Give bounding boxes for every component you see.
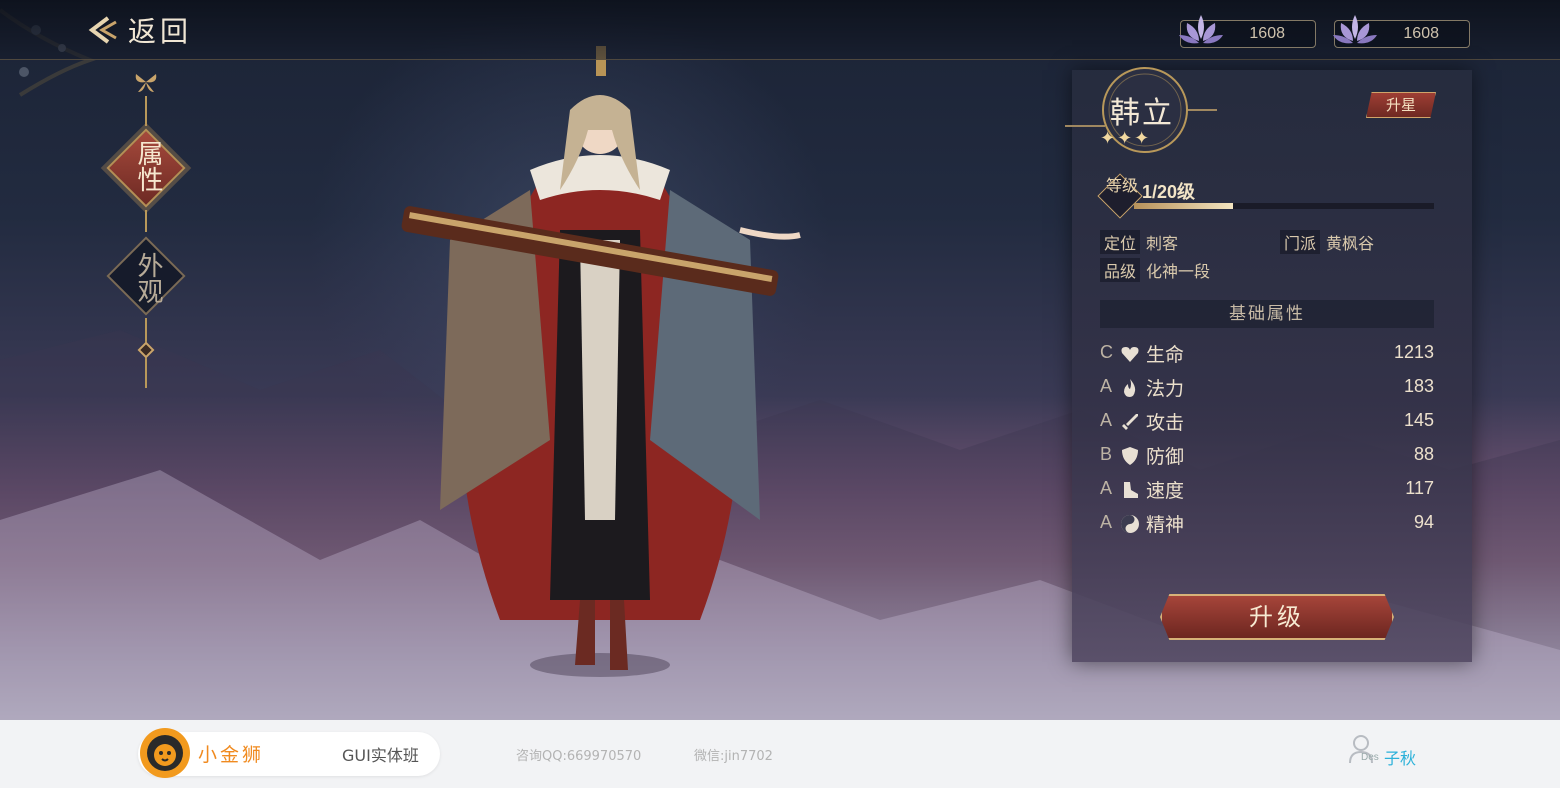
stat-value: 94 bbox=[1413, 512, 1434, 532]
stat-name: 速度 bbox=[1146, 480, 1185, 502]
tab-attributes-label: 属性 bbox=[133, 140, 163, 192]
level-progress-fill bbox=[1134, 203, 1233, 209]
stat-name: 防御 bbox=[1146, 446, 1185, 468]
base-attributes-header: 基础属性 bbox=[1100, 300, 1434, 328]
upgrade-button[interactable]: 升级 bbox=[1160, 594, 1394, 640]
sword-icon bbox=[1122, 414, 1138, 430]
stat-grade: A bbox=[1100, 410, 1113, 430]
contact-wechat: 微信:jin7702 bbox=[694, 749, 773, 764]
shield-icon bbox=[1122, 447, 1138, 465]
stat-grade: B bbox=[1100, 444, 1113, 464]
info-sect-value: 黄枫谷 bbox=[1326, 234, 1375, 253]
stat-name: 法力 bbox=[1146, 378, 1185, 400]
nav-line-mid bbox=[145, 210, 147, 232]
side-tab-nav: 属性 外观 bbox=[96, 70, 196, 400]
stat-value: 117 bbox=[1405, 478, 1434, 498]
stat-name: 生命 bbox=[1146, 344, 1185, 366]
back-button[interactable]: 返回 bbox=[84, 10, 192, 50]
stat-row-speed: A 速度 117 bbox=[1100, 476, 1434, 504]
info-role-value: 刺客 bbox=[1146, 234, 1179, 253]
hero-name: 韩立 bbox=[1110, 96, 1174, 131]
info-sect: 门派 黄枫谷 bbox=[1280, 230, 1374, 254]
back-chevron-icon bbox=[88, 16, 117, 44]
stat-row-mana: A 法力 183 bbox=[1100, 374, 1434, 402]
stat-value: 88 bbox=[1413, 444, 1434, 464]
lotus-icon bbox=[1333, 15, 1377, 44]
currency-value-1: 1608 bbox=[1249, 25, 1285, 42]
currency-value-2: 1608 bbox=[1403, 25, 1439, 42]
user-name: 子秋 bbox=[1384, 749, 1417, 768]
stat-grade: A bbox=[1100, 512, 1113, 532]
character-portrait bbox=[401, 46, 801, 677]
boot-icon bbox=[1124, 482, 1138, 498]
level-badge-label: 等级 bbox=[1105, 176, 1138, 195]
info-rank: 品级 化神一段 bbox=[1100, 258, 1210, 282]
brand-pill: 小金狮 GUI实体班 bbox=[138, 728, 440, 778]
stat-value: 183 bbox=[1403, 376, 1434, 396]
tab-attributes[interactable]: 属性 bbox=[106, 128, 186, 208]
user-des-label: Des bbox=[1361, 752, 1379, 763]
stat-grade: A bbox=[1100, 478, 1113, 498]
butterfly-icon bbox=[135, 74, 157, 92]
lion-logo-icon bbox=[140, 728, 190, 778]
footer-bar: 小金狮 GUI实体班 咨询QQ:669970570 微信:jin7702 bbox=[0, 720, 1560, 788]
lotus-icon bbox=[1179, 15, 1223, 44]
star-rating: ✦✦✦ bbox=[1100, 128, 1152, 149]
heart-icon bbox=[1121, 347, 1139, 362]
star-up-button[interactable]: 升星 bbox=[1366, 92, 1436, 118]
contact-qq: 咨询QQ:669970570 bbox=[516, 749, 642, 764]
back-label: 返回 bbox=[128, 15, 193, 48]
stat-grade: A bbox=[1100, 376, 1113, 396]
tab-appearance-label: 外观 bbox=[133, 252, 163, 304]
level-progress-bar bbox=[1134, 203, 1434, 209]
stat-value: 145 bbox=[1403, 410, 1434, 430]
stat-row-hp: C 生命 1213 bbox=[1100, 340, 1434, 368]
brand-class: GUI实体班 bbox=[342, 746, 419, 765]
info-sect-key: 门派 bbox=[1280, 230, 1321, 254]
level-text: 1/20级 bbox=[1142, 182, 1196, 202]
stat-row-spirit: A 精神 94 bbox=[1100, 510, 1434, 538]
info-role: 定位 刺客 bbox=[1100, 230, 1178, 254]
tab-appearance[interactable]: 外观 bbox=[106, 236, 186, 316]
stat-name: 精神 bbox=[1146, 514, 1185, 536]
info-rank-key: 品级 bbox=[1100, 258, 1141, 282]
info-role-key: 定位 bbox=[1100, 230, 1141, 254]
brand-name: 小金狮 bbox=[198, 744, 265, 766]
stat-value: 1213 bbox=[1393, 342, 1434, 362]
nav-ornament bbox=[137, 341, 155, 359]
stat-name: 攻击 bbox=[1146, 412, 1185, 434]
top-bar: 返回 1608 1608 bbox=[0, 0, 1560, 60]
info-rank-value: 化神一段 bbox=[1146, 262, 1211, 281]
flame-icon bbox=[1124, 379, 1136, 397]
yinyang-icon bbox=[1121, 515, 1139, 533]
currency-display-2: 1608 bbox=[1333, 15, 1470, 48]
stat-row-attack: A 攻击 145 bbox=[1100, 408, 1434, 436]
currency-display-1: 1608 bbox=[1179, 15, 1316, 48]
stat-row-defense: B 防御 88 bbox=[1100, 442, 1434, 470]
stat-grade: C bbox=[1100, 342, 1113, 362]
nav-line-top bbox=[145, 96, 147, 126]
